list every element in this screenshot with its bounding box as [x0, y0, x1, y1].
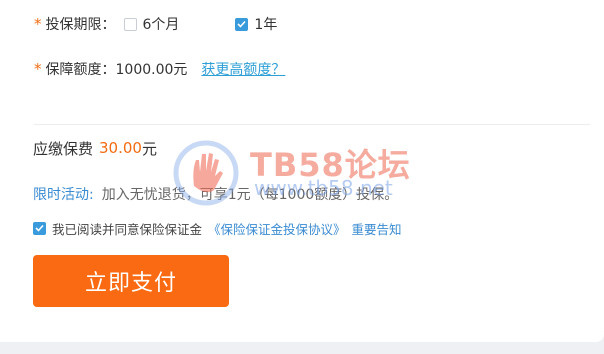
amount-label: 保障额度：: [45, 62, 116, 78]
fee-row: 应缴保费 30.00 元: [33, 137, 157, 159]
agreement-checkbox-icon[interactable]: [33, 221, 46, 235]
required-mark: *: [34, 15, 42, 33]
fee-label: 应缴保费: [33, 139, 94, 158]
agreement-protocol-link[interactable]: 《保险保证金投保协议》: [208, 219, 346, 238]
promo-row: 限时活动: 加入无忧退货，可享1元（每1000额度）投保。: [33, 184, 398, 204]
fee-unit: 元: [141, 139, 157, 158]
insurance-card: * 投保期限： 6个月 1年 * 保障额度： 1000.00元 获更高额度？ 应…: [0, 0, 604, 342]
higher-amount-link[interactable]: 获更高额度？: [201, 59, 285, 79]
checkbox-checked-icon[interactable]: [235, 17, 249, 31]
period-option-1-year[interactable]: 1年: [235, 14, 277, 34]
amount-value: 1000.00元: [115, 62, 188, 78]
watermark-title: TB58论坛: [250, 146, 411, 184]
period-option-6-months[interactable]: 6个月: [123, 14, 180, 34]
required-mark: *: [34, 60, 42, 78]
amount-row: * 保障额度： 1000.00元 获更高额度？: [34, 59, 285, 79]
promo-label: 限时活动:: [33, 187, 94, 203]
pay-now-button[interactable]: 立即支付: [33, 255, 229, 307]
checkbox-unchecked-icon[interactable]: [123, 17, 137, 31]
divider: [34, 124, 590, 125]
period-option-label: 1年: [254, 17, 278, 33]
period-option-label: 6个月: [142, 17, 180, 33]
promo-text: 加入无忧退货，可享1元（每1000额度）投保。: [101, 187, 399, 203]
agreement-row: 我已阅读并同意保险保证金 《保险保证金投保协议》 重要告知: [33, 219, 402, 237]
agreement-text: 我已阅读并同意保险保证金: [52, 221, 203, 237]
period-row: * 投保期限： 6个月 1年: [34, 14, 277, 34]
important-notice-link[interactable]: 重要告知: [352, 219, 402, 238]
period-label: 投保期限：: [45, 17, 116, 33]
fee-amount: 30.00: [99, 139, 142, 157]
